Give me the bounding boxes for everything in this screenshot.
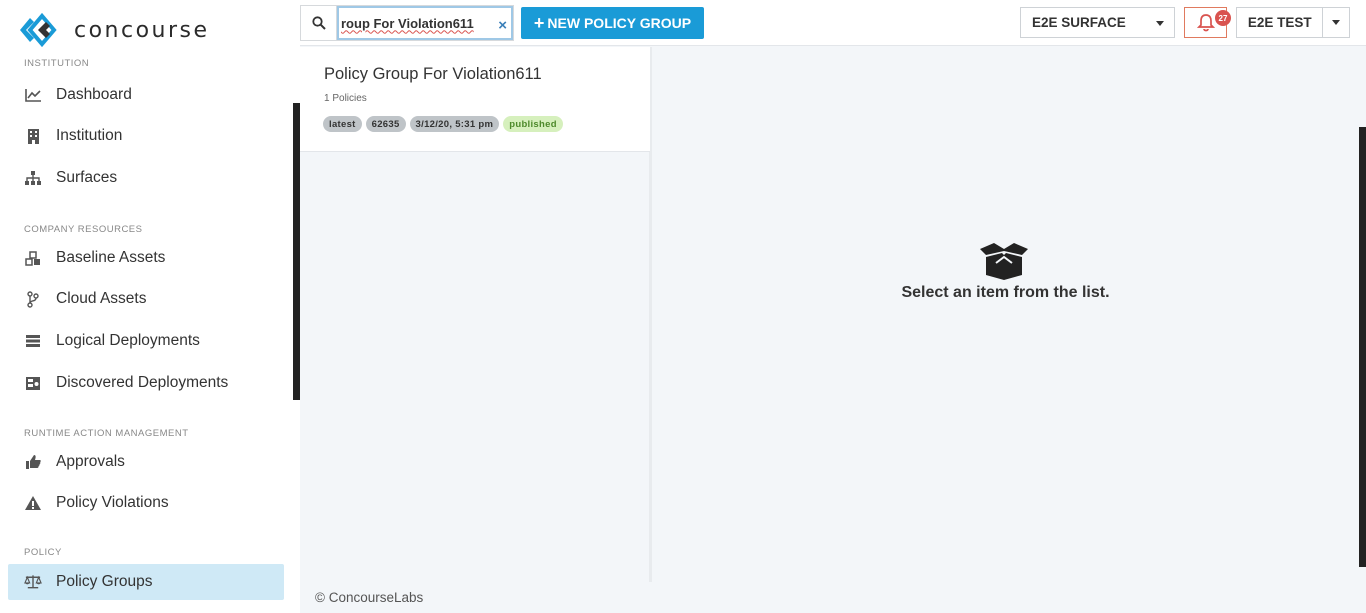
sidebar-item-label: Approvals: [56, 453, 125, 470]
chip-date: 3/12/20, 5:31 pm: [409, 116, 500, 132]
notification-count-badge: 27: [1215, 10, 1231, 26]
sidebar-item-institution[interactable]: Institution: [8, 118, 284, 154]
user-menu-button[interactable]: E2E TEST: [1237, 15, 1322, 30]
scroll-edge-right: [1359, 127, 1366, 567]
clear-search-icon[interactable]: ×: [498, 17, 507, 34]
sidebar-item-label: Logical Deployments: [56, 332, 200, 349]
sidebar-item-label: Policy Groups: [56, 573, 153, 590]
detail-empty-state: Select an item from the list.: [652, 47, 1359, 582]
topbar: roup For Violation611 × + NEW POLICY GRO…: [300, 0, 1366, 46]
balance-scale-icon: [24, 573, 42, 591]
logo-text: concourse: [74, 17, 210, 43]
sidebar-item-label: Policy Violations: [56, 494, 169, 511]
user-menu-toggle[interactable]: [1322, 8, 1349, 37]
cubes-icon: [24, 249, 42, 267]
building-icon: [24, 127, 42, 145]
search-input-value: roup For Violation611: [341, 15, 474, 31]
new-policy-group-button[interactable]: + NEW POLICY GROUP: [521, 7, 704, 39]
sidebar-item-baseline-assets[interactable]: Baseline Assets: [8, 240, 284, 276]
surface-select-value: E2E SURFACE: [1032, 15, 1126, 30]
sidebar-item-policy-violations[interactable]: Policy Violations: [8, 485, 284, 521]
notifications-button[interactable]: 27: [1184, 7, 1231, 38]
search-box: roup For Violation611 ×: [300, 5, 514, 41]
user-menu: E2E TEST: [1236, 7, 1350, 38]
bell-icon: [1196, 14, 1215, 32]
concourse-logo[interactable]: concourse: [16, 12, 210, 48]
empty-state-message: Select an item from the list.: [901, 284, 1110, 301]
concourse-logo-icon: [20, 12, 57, 48]
sidebar-item-logical-deployments[interactable]: Logical Deployments: [8, 323, 284, 359]
sidebar-item-label: Baseline Assets: [56, 249, 166, 266]
thumbs-up-icon: [24, 453, 42, 471]
policy-group-list: Policy Group For Violation611 1 Policies…: [300, 47, 652, 582]
search-icon: [311, 16, 326, 30]
sidebar-item-cloud-assets[interactable]: Cloud Assets: [8, 281, 284, 317]
sidebar-item-discovered-deployments[interactable]: Discovered Deployments: [8, 365, 284, 401]
discovered-icon: [24, 374, 42, 392]
search-input[interactable]: roup For Violation611 ×: [337, 6, 513, 40]
search-button[interactable]: [301, 6, 337, 40]
footer-copyright: © ConcourseLabs: [315, 590, 424, 605]
plus-icon: +: [533, 12, 545, 33]
warning-icon: [24, 494, 42, 512]
surface-select[interactable]: E2E SURFACE: [1020, 7, 1175, 38]
open-box-icon: [980, 243, 1028, 280]
list-item-chips: latest 62635 3/12/20, 5:31 pm published: [323, 116, 563, 132]
chip-published: published: [503, 116, 563, 132]
chip-latest: latest: [323, 116, 362, 132]
sidebar-item-label: Dashboard: [56, 86, 132, 103]
chip-version: 62635: [365, 116, 406, 132]
code-branch-icon: [24, 290, 42, 308]
chevron-down-icon: [1156, 21, 1164, 26]
sidebar: concourse INSTITUTION Dashboard Institut…: [0, 0, 300, 613]
sidebar-item-label: Surfaces: [56, 169, 118, 186]
new-policy-group-label: NEW POLICY GROUP: [547, 15, 692, 31]
sidebar-item-label: Institution: [56, 127, 123, 144]
sidebar-item-dashboard[interactable]: Dashboard: [8, 77, 284, 113]
sidebar-item-surfaces[interactable]: Surfaces: [8, 160, 284, 196]
sidebar-item-approvals[interactable]: Approvals: [8, 444, 284, 480]
section-title-policy: POLICY: [24, 547, 62, 558]
sidebar-nav: INSTITUTION Dashboard Institution Surfac…: [0, 55, 300, 600]
server-icon: [24, 332, 42, 350]
section-title-runtime-action-management: RUNTIME ACTION MANAGEMENT: [24, 428, 189, 439]
sitemap-icon: [24, 169, 42, 187]
chart-line-icon: [24, 86, 42, 104]
section-title-institution: INSTITUTION: [24, 58, 90, 69]
list-item[interactable]: Policy Group For Violation611 1 Policies…: [300, 47, 650, 152]
scroll-edge-left: [293, 103, 300, 400]
chevron-down-icon: [1332, 20, 1341, 25]
sidebar-item-label: Cloud Assets: [56, 290, 147, 307]
list-item-subtitle: 1 Policies: [324, 93, 367, 104]
section-title-company-resources: COMPANY RESOURCES: [24, 224, 143, 235]
sidebar-item-label: Discovered Deployments: [56, 374, 229, 391]
list-item-title: Policy Group For Violation611: [324, 65, 542, 83]
sidebar-item-policy-groups[interactable]: Policy Groups: [8, 564, 284, 600]
